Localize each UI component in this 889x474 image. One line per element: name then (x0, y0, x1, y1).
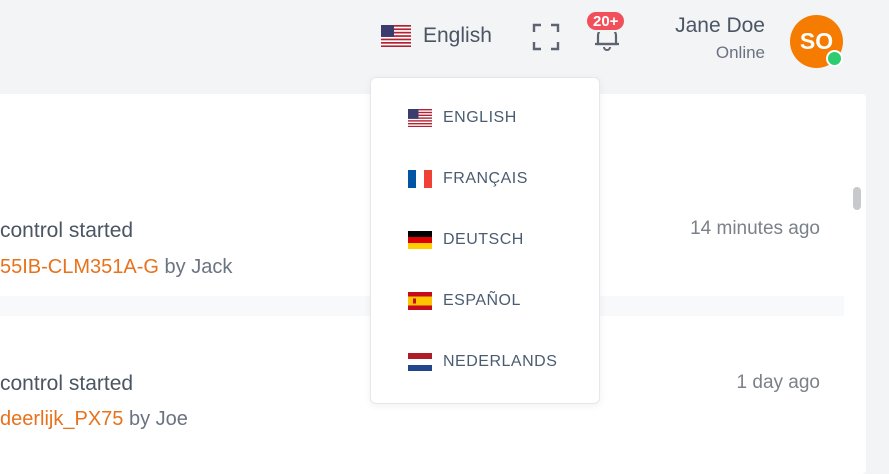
de-flag-icon (408, 231, 432, 249)
activity-time: 1 day ago (736, 372, 820, 393)
online-status-dot (826, 50, 843, 67)
language-option-label: ESPAÑOL (443, 292, 521, 309)
language-option-label: NEDERLANDS (443, 353, 558, 370)
language-option-english[interactable]: ENGLISH (408, 106, 517, 130)
activity-title: control started (0, 372, 134, 395)
user-name[interactable]: Jane Doe (675, 14, 765, 38)
activity-title: control started (0, 219, 134, 242)
activity-time: 14 minutes ago (690, 218, 820, 239)
us-flag-icon (408, 109, 432, 127)
language-option-label: FRANÇAIS (443, 170, 528, 187)
activity-link[interactable]: 55IB-CLM351A-G (0, 256, 159, 278)
fr-flag-icon (408, 170, 432, 188)
us-flag-icon (381, 25, 411, 47)
language-option-deutsch[interactable]: DEUTSCH (408, 228, 524, 252)
fullscreen-icon[interactable] (532, 23, 560, 51)
language-option-espanol[interactable]: ESPAÑOL (408, 289, 521, 313)
nl-flag-icon (408, 353, 432, 371)
user-status: Online (715, 43, 765, 62)
notification-badge[interactable]: 20+ (585, 10, 627, 32)
language-selector[interactable]: English (381, 20, 492, 52)
activity-author: by Jack (164, 256, 233, 278)
es-flag-icon (408, 292, 432, 310)
scrollbar-thumb[interactable] (853, 187, 861, 210)
language-option-francais[interactable]: FRANÇAIS (408, 167, 528, 191)
language-label: English (423, 24, 492, 47)
activity-author: by Joe (128, 408, 188, 430)
activity-subtitle: 55IB-CLM351A-G by Jack (0, 256, 232, 279)
language-option-label: DEUTSCH (443, 231, 524, 248)
activity-subtitle: deerlijk_PX75 by Joe (0, 408, 188, 431)
language-dropdown: ENGLISH FRANÇAIS DEUTSCH ESPAÑOL NEDERLA… (370, 77, 600, 404)
language-option-label: ENGLISH (443, 109, 517, 126)
activity-link[interactable]: deerlijk_PX75 (0, 408, 123, 430)
top-header: English 20+ Jane Doe Online SO (0, 0, 889, 76)
language-option-nederlands[interactable]: NEDERLANDS (408, 350, 557, 374)
